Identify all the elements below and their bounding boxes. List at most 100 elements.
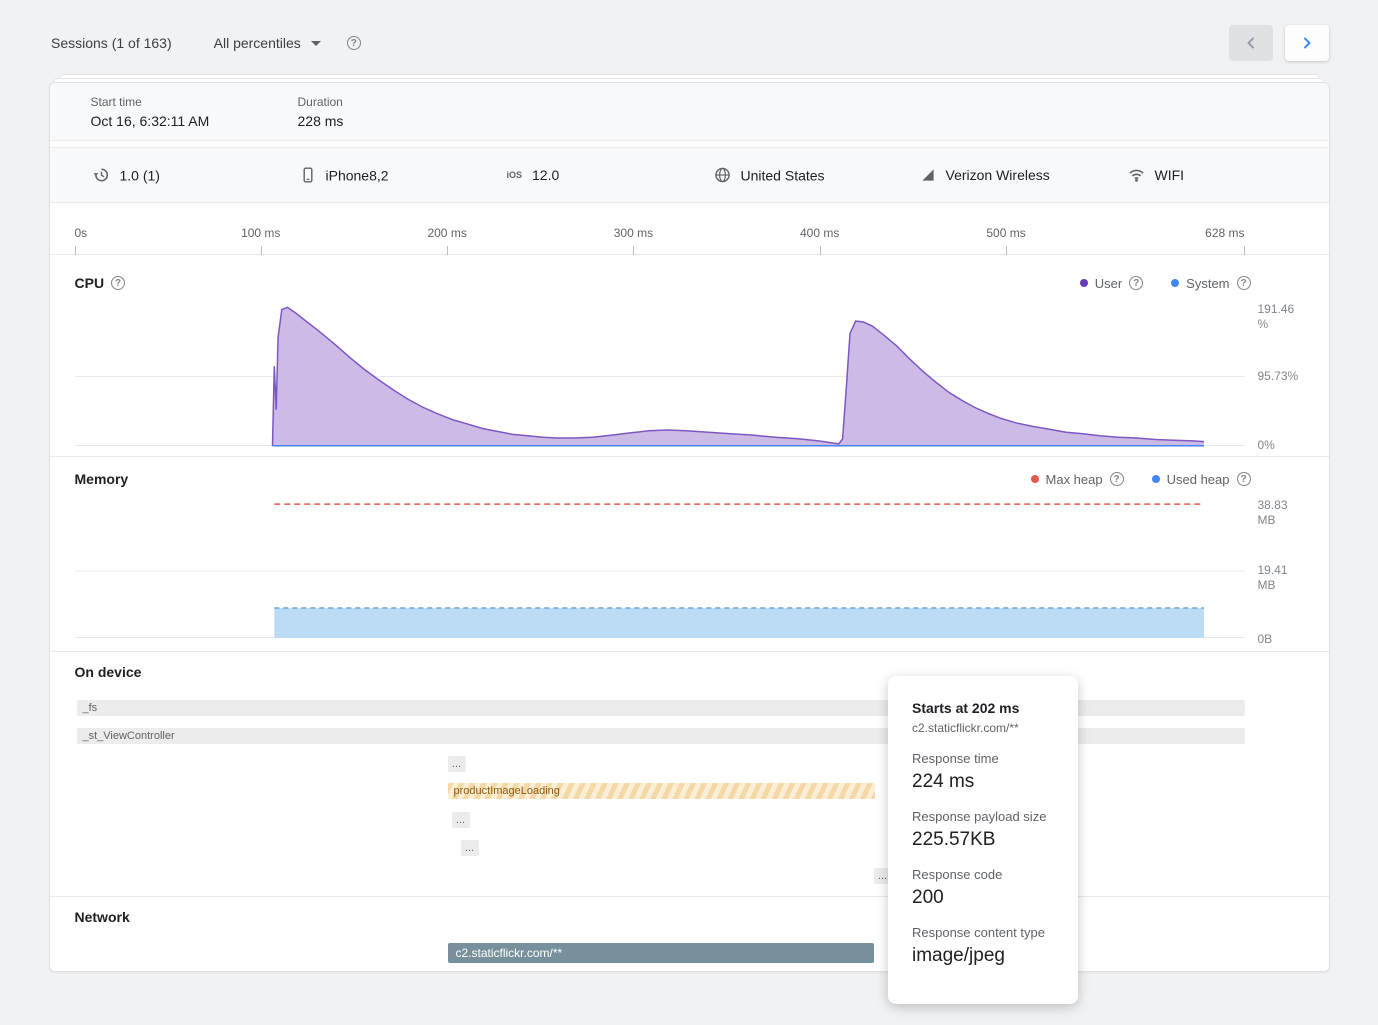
cpu-ytick-max: 191.46 % <box>1258 302 1306 332</box>
timeline-tick-mark <box>447 246 448 255</box>
memory-section-title: Memory <box>75 471 129 487</box>
tooltip-field-label: Response content type <box>912 925 1054 940</box>
device-model-item: iPhone8,2 <box>300 167 389 184</box>
timeline-tick-label: 100 ms <box>241 226 280 240</box>
tooltip-field-value: 224 ms <box>912 771 1054 793</box>
memory-ytick-zero: 0B <box>1258 632 1306 647</box>
max-heap-legend-dot <box>1031 475 1039 483</box>
system-help-icon[interactable] <box>1237 276 1251 290</box>
used-heap-legend-label: Used heap <box>1167 472 1230 487</box>
network-type-value: WIFI <box>1155 167 1185 183</box>
timeline-tick-mark <box>633 246 634 255</box>
country-item: United States <box>714 167 825 184</box>
timeline-tick-mark <box>820 246 821 255</box>
os-version-item: iOS 12.0 <box>507 167 560 183</box>
tooltip-field-label: Response time <box>912 751 1054 766</box>
trace-label: _st_ViewController <box>77 730 181 742</box>
trace-bar-product-image-loading[interactable]: productImageLoading <box>448 783 875 799</box>
timeline-axis: 0s 100 ms 200 ms 300 ms 400 ms 500 ms 62… <box>50 203 1329 255</box>
tooltip-title: Starts at 202 ms <box>912 698 1054 718</box>
user-legend-dot <box>1080 279 1088 287</box>
tooltip-subtitle: c2.staticflickr.com/** <box>912 721 1054 735</box>
app-version-value: 1.0 (1) <box>120 167 160 183</box>
duration-block: Duration 228 ms <box>298 95 344 129</box>
country-value: United States <box>741 167 825 183</box>
user-legend-label: User <box>1095 276 1122 291</box>
timeline-tick-label: 300 ms <box>614 226 653 240</box>
globe-icon <box>714 167 731 184</box>
os-version-value: 12.0 <box>532 167 559 183</box>
on-device-section: On device _fs _st_ViewController ... pro… <box>50 652 1329 897</box>
chevron-right-icon <box>1299 35 1315 51</box>
previous-session-button[interactable] <box>1229 25 1273 61</box>
top-toolbar: Sessions (1 of 163) All percentiles <box>0 0 1378 61</box>
timeline-tick-mark <box>1006 246 1007 255</box>
timeline-tick-label: 500 ms <box>986 226 1025 240</box>
tooltip-field-value: image/jpeg <box>912 945 1054 967</box>
history-icon <box>93 167 110 184</box>
cpu-chart[interactable] <box>75 307 1245 446</box>
session-card-stack: Start time Oct 16, 6:32:11 AM Duration 2… <box>0 74 1378 972</box>
signal-icon <box>920 167 936 183</box>
user-help-icon[interactable] <box>1129 276 1143 290</box>
cpu-help-icon[interactable] <box>111 276 125 290</box>
next-session-button[interactable] <box>1285 25 1329 61</box>
trace-label: _fs <box>77 702 104 714</box>
carrier-item: Verizon Wireless <box>920 167 1050 183</box>
duration-value: 228 ms <box>298 113 344 129</box>
system-legend-label: System <box>1186 276 1229 291</box>
cpu-section-title: CPU <box>75 275 105 291</box>
percentiles-dropdown-value: All percentiles <box>214 35 301 51</box>
help-icon[interactable] <box>347 36 361 50</box>
start-time-value: Oct 16, 6:32:11 AM <box>91 113 210 129</box>
trace-label: ... <box>465 842 474 854</box>
timeline-tick-label: 400 ms <box>800 226 839 240</box>
tooltip-field-value: 225.57KB <box>912 829 1054 851</box>
percentiles-dropdown[interactable]: All percentiles <box>214 35 321 51</box>
on-device-section-title: On device <box>75 664 142 680</box>
cpu-ytick-zero: 0% <box>1258 438 1306 453</box>
trace-label: productImageLoading <box>448 785 566 797</box>
memory-legend: Max heap Used heap <box>1031 472 1251 487</box>
timeline-tick-label: 628 ms <box>1205 226 1244 240</box>
timeline-tick-mark <box>75 246 76 255</box>
timeline-tick-mark <box>1244 246 1245 255</box>
used-heap-help-icon[interactable] <box>1237 472 1251 486</box>
dropdown-arrow-icon <box>311 41 321 46</box>
trace-label: ... <box>456 814 465 826</box>
timeline-ticks: 0s 100 ms 200 ms 300 ms 400 ms 500 ms 62… <box>75 203 1245 255</box>
trace-bar-collapsed[interactable]: ... <box>452 812 470 828</box>
network-request-bar[interactable]: c2.staticflickr.com/** <box>448 943 874 963</box>
chevron-left-icon <box>1243 35 1259 51</box>
cpu-ytick-mid: 95.73% <box>1258 369 1306 384</box>
timeline-tick-label: 0s <box>75 226 88 240</box>
start-time-label: Start time <box>91 95 210 109</box>
trace-label: ... <box>452 758 461 770</box>
memory-section: Memory Max heap Used heap 38.83 MB 19.41… <box>50 457 1329 652</box>
phone-icon <box>300 167 316 184</box>
device-model-value: iPhone8,2 <box>326 167 389 183</box>
memory-section-head: Memory Max heap Used heap <box>75 471 1251 487</box>
sessions-count-label: Sessions (1 of 163) <box>51 35 172 51</box>
memory-ytick-mid: 19.41 MB <box>1258 563 1306 593</box>
trace-bar-collapsed[interactable]: ... <box>448 756 466 772</box>
cpu-section: CPU User System 191.46 % 95.73% 0% <box>50 255 1329 457</box>
timeline-tick-mark <box>261 246 262 255</box>
network-request-label: c2.staticflickr.com/** <box>448 946 571 960</box>
used-heap-legend-dot <box>1152 475 1160 483</box>
cpu-section-head: CPU User System <box>75 275 1251 291</box>
memory-ytick-max: 38.83 MB <box>1258 498 1306 528</box>
max-heap-legend-label: Max heap <box>1046 472 1103 487</box>
session-header: Start time Oct 16, 6:32:11 AM Duration 2… <box>50 83 1329 141</box>
duration-label: Duration <box>298 95 344 109</box>
max-heap-help-icon[interactable] <box>1110 472 1124 486</box>
tooltip-field-value: 200 <box>912 887 1054 909</box>
trace-bar-collapsed[interactable]: ... <box>461 840 479 856</box>
app-version-item: 1.0 (1) <box>93 167 160 184</box>
memory-chart[interactable] <box>75 498 1245 638</box>
device-info-row: 1.0 (1) iPhone8,2 iOS 12.0 United States… <box>50 147 1329 203</box>
system-legend-dot <box>1171 279 1179 287</box>
carrier-value: Verizon Wireless <box>946 167 1050 183</box>
network-type-item: WIFI <box>1128 167 1185 183</box>
tooltip-field-label: Response code <box>912 867 1054 882</box>
